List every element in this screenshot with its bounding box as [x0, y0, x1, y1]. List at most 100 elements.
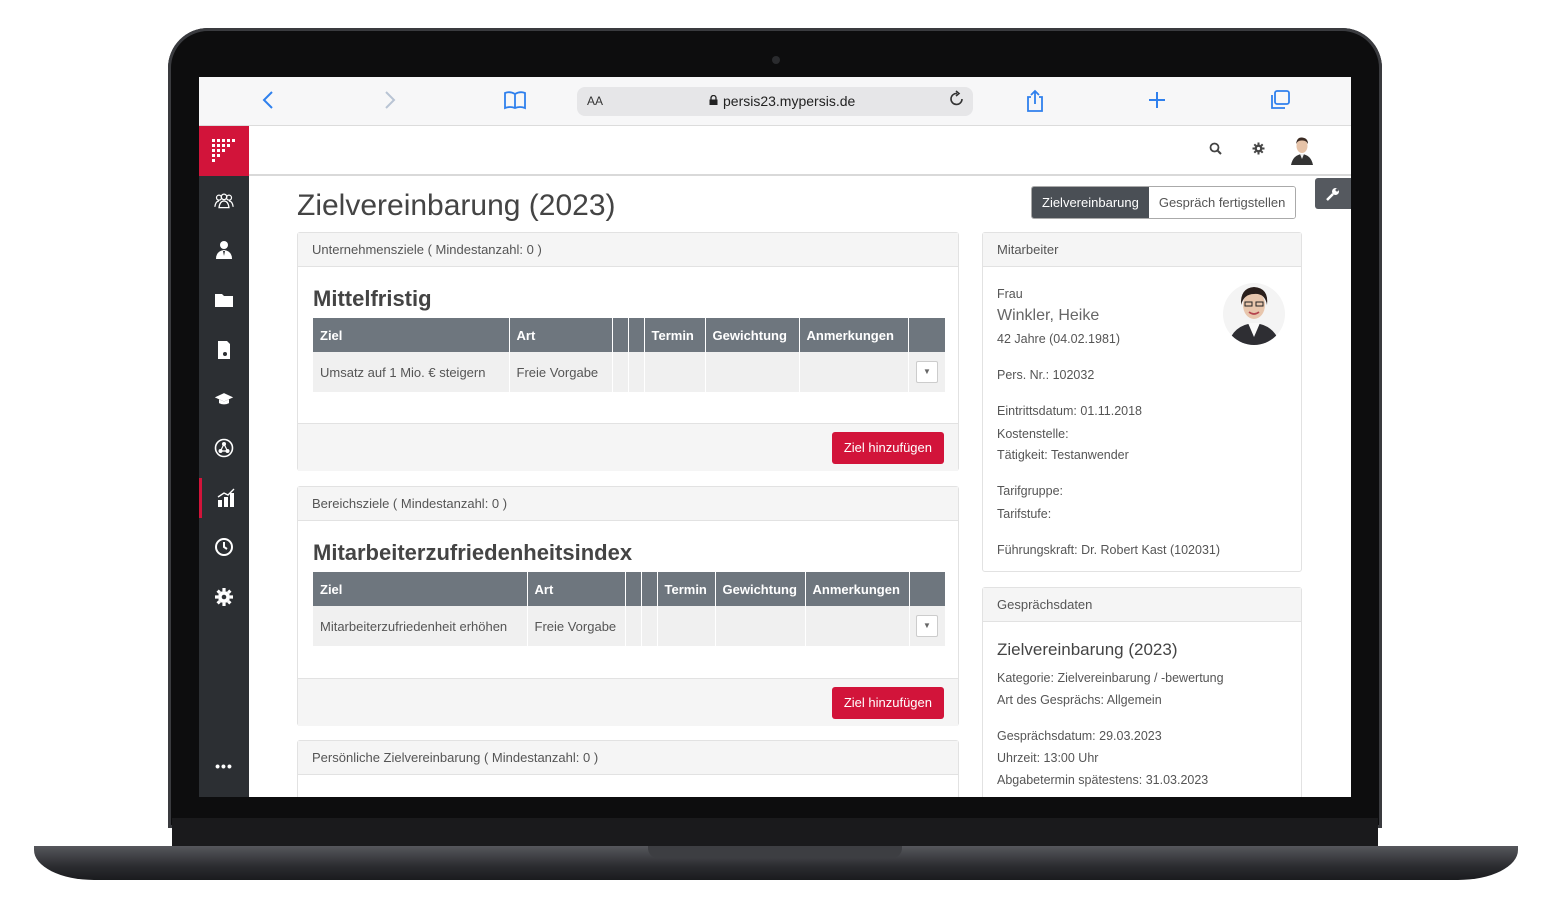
laptop-notch — [648, 846, 902, 858]
cell-termin — [644, 352, 706, 392]
col-ziel[interactable]: Ziel — [313, 572, 528, 606]
cell-gewichtung — [705, 352, 800, 392]
col-termin[interactable]: Termin — [657, 572, 716, 606]
sidebar-item-training[interactable] — [199, 379, 249, 419]
sidebar-item-goals[interactable] — [199, 478, 249, 518]
table-row[interactable]: Mitarbeiterzufriedenheit erhöhen Freie V… — [313, 606, 945, 646]
sidebar-item-settings[interactable] — [199, 577, 249, 617]
sidebar-item-employee[interactable] — [199, 230, 249, 270]
gear-icon — [215, 588, 233, 606]
col-anmerkungen[interactable]: Anmerkungen — [805, 572, 910, 606]
address-bar[interactable]: AA persis23.mypersis.de — [577, 87, 973, 116]
col-art[interactable]: Art — [527, 572, 626, 606]
employee-name: Winkler, Heike — [997, 307, 1100, 324]
col-gewichtung[interactable]: Gewichtung — [715, 572, 806, 606]
sidebar-item-network[interactable] — [199, 428, 249, 468]
col-actions — [909, 572, 945, 606]
new-tab-icon[interactable] — [1147, 89, 1167, 116]
cell-blank — [641, 606, 658, 646]
section-department-goals: Bereichsziele ( Mindestanzahl: 0 ) Mitar… — [297, 486, 959, 726]
meeting-panel: Gesprächsdaten Zielvereinbarung (2023) K… — [982, 587, 1302, 797]
cell-anmerkungen — [805, 606, 910, 646]
section-header: Bereichsziele ( Mindestanzahl: 0 ) — [298, 487, 958, 521]
tabs-overview-icon[interactable] — [1269, 89, 1291, 116]
bar-chart-icon — [217, 488, 234, 507]
employee-tariff-group: Tarifgruppe: — [997, 484, 1064, 498]
employee-pers-nr: Pers. Nr.: 102032 — [997, 368, 1095, 382]
panel-header: Gesprächsdaten — [983, 588, 1301, 622]
sidebar-more-button[interactable]: ••• — [199, 746, 249, 786]
sidebar-item-time[interactable] — [199, 527, 249, 567]
employee-panel: Mitarbeiter Frau Winkler, Heike 42 Jahre… — [982, 232, 1302, 572]
reload-icon[interactable] — [949, 90, 965, 113]
user-avatar[interactable] — [1289, 135, 1315, 165]
meeting-title: Zielvereinbarung (2023) — [997, 640, 1178, 659]
url-text: persis23.mypersis.de — [723, 93, 856, 109]
col-art[interactable]: Art — [509, 318, 613, 352]
col-blank-1 — [612, 318, 629, 352]
col-blank-2 — [641, 572, 658, 606]
col-gewichtung[interactable]: Gewichtung — [705, 318, 800, 352]
team-icon — [214, 193, 234, 209]
row-menu-button[interactable]: ▼ — [916, 615, 938, 637]
screen: AA persis23.mypersis.de ••• Zielvereinba… — [199, 77, 1351, 797]
sidebar-item-team[interactable] — [199, 181, 249, 221]
person-icon — [216, 241, 232, 259]
app-header — [249, 126, 1351, 176]
meeting-date: Gesprächsdatum: 29.03.2023 — [997, 729, 1162, 743]
col-actions — [908, 318, 945, 352]
goal-group-title: Mitarbeiterzufriedenheitsindex — [313, 540, 633, 565]
section-footer: Ziel hinzufügen — [298, 678, 958, 726]
page-title: Zielvereinbarung (2023) — [297, 189, 616, 222]
section-header: Unternehmensziele ( Mindestanzahl: 0 ) — [298, 233, 958, 267]
sidebar: ••• — [199, 176, 249, 797]
cell-actions: ▼ — [908, 352, 945, 392]
share-icon[interactable] — [1025, 89, 1045, 118]
meeting-category: Kategorie: Zielvereinbarung / -bewertung — [997, 671, 1224, 685]
employee-entry-date: Eintrittsdatum: 01.11.2018 — [997, 404, 1142, 418]
network-icon — [214, 438, 234, 458]
bookmarks-icon[interactable] — [503, 89, 527, 116]
col-anmerkungen[interactable]: Anmerkungen — [799, 318, 909, 352]
panel-header: Mitarbeiter — [983, 233, 1301, 267]
tab-gespraech-fertigstellen[interactable]: Gespräch fertigstellen — [1148, 187, 1296, 218]
col-blank-1 — [625, 572, 642, 606]
folder-icon — [215, 294, 233, 307]
text-size-button[interactable]: AA — [587, 94, 603, 108]
cell-art: Freie Vorgabe — [509, 352, 613, 392]
goal-group-title: Mittelfristig — [313, 286, 432, 311]
add-goal-button[interactable]: Ziel hinzufügen — [831, 432, 944, 464]
tools-button[interactable] — [1315, 178, 1351, 209]
section-header: Persönliche Zielvereinbarung ( Mindestan… — [298, 741, 958, 775]
cell-gewichtung — [715, 606, 806, 646]
section-personal-goals: Persönliche Zielvereinbarung ( Mindestan… — [297, 740, 959, 797]
table-row[interactable]: Umsatz auf 1 Mio. € steigern Freie Vorga… — [313, 352, 945, 392]
tab-group: Zielvereinbarung Gespräch fertigstellen — [1031, 186, 1297, 219]
employee-cost-center: Kostenstelle: — [997, 427, 1069, 441]
sidebar-item-files[interactable] — [199, 280, 249, 320]
tab-zielvereinbarung[interactable]: Zielvereinbarung — [1032, 187, 1149, 218]
document-icon — [218, 341, 230, 359]
employee-salutation: Frau — [997, 287, 1023, 301]
back-icon[interactable] — [261, 89, 275, 116]
graduation-cap-icon — [214, 393, 234, 405]
gear-icon[interactable] — [1252, 142, 1265, 158]
table-header-row: Ziel Art Termin Gewichtung Anmerkungen — [313, 572, 945, 606]
meeting-deadline: Abgabetermin spätestens: 31.03.2023 — [997, 773, 1209, 787]
camera — [772, 56, 780, 64]
browser-toolbar: AA persis23.mypersis.de — [199, 77, 1351, 126]
row-menu-button[interactable]: ▼ — [916, 361, 938, 383]
employee-photo — [1223, 283, 1285, 345]
forward-icon[interactable] — [383, 89, 397, 116]
laptop-chin — [172, 818, 1378, 848]
goal-table: Ziel Art Termin Gewichtung Anmerkungen M… — [313, 572, 945, 646]
search-icon[interactable] — [1209, 142, 1222, 158]
employee-activity: Tätigkeit: Testanwender — [997, 448, 1129, 462]
col-ziel[interactable]: Ziel — [313, 318, 510, 352]
col-termin[interactable]: Termin — [644, 318, 706, 352]
cell-blank — [628, 352, 645, 392]
sidebar-item-documents[interactable] — [199, 330, 249, 370]
app-logo[interactable] — [199, 126, 249, 176]
add-goal-button[interactable]: Ziel hinzufügen — [831, 687, 944, 719]
employee-tariff-level: Tarifstufe: — [997, 507, 1052, 521]
